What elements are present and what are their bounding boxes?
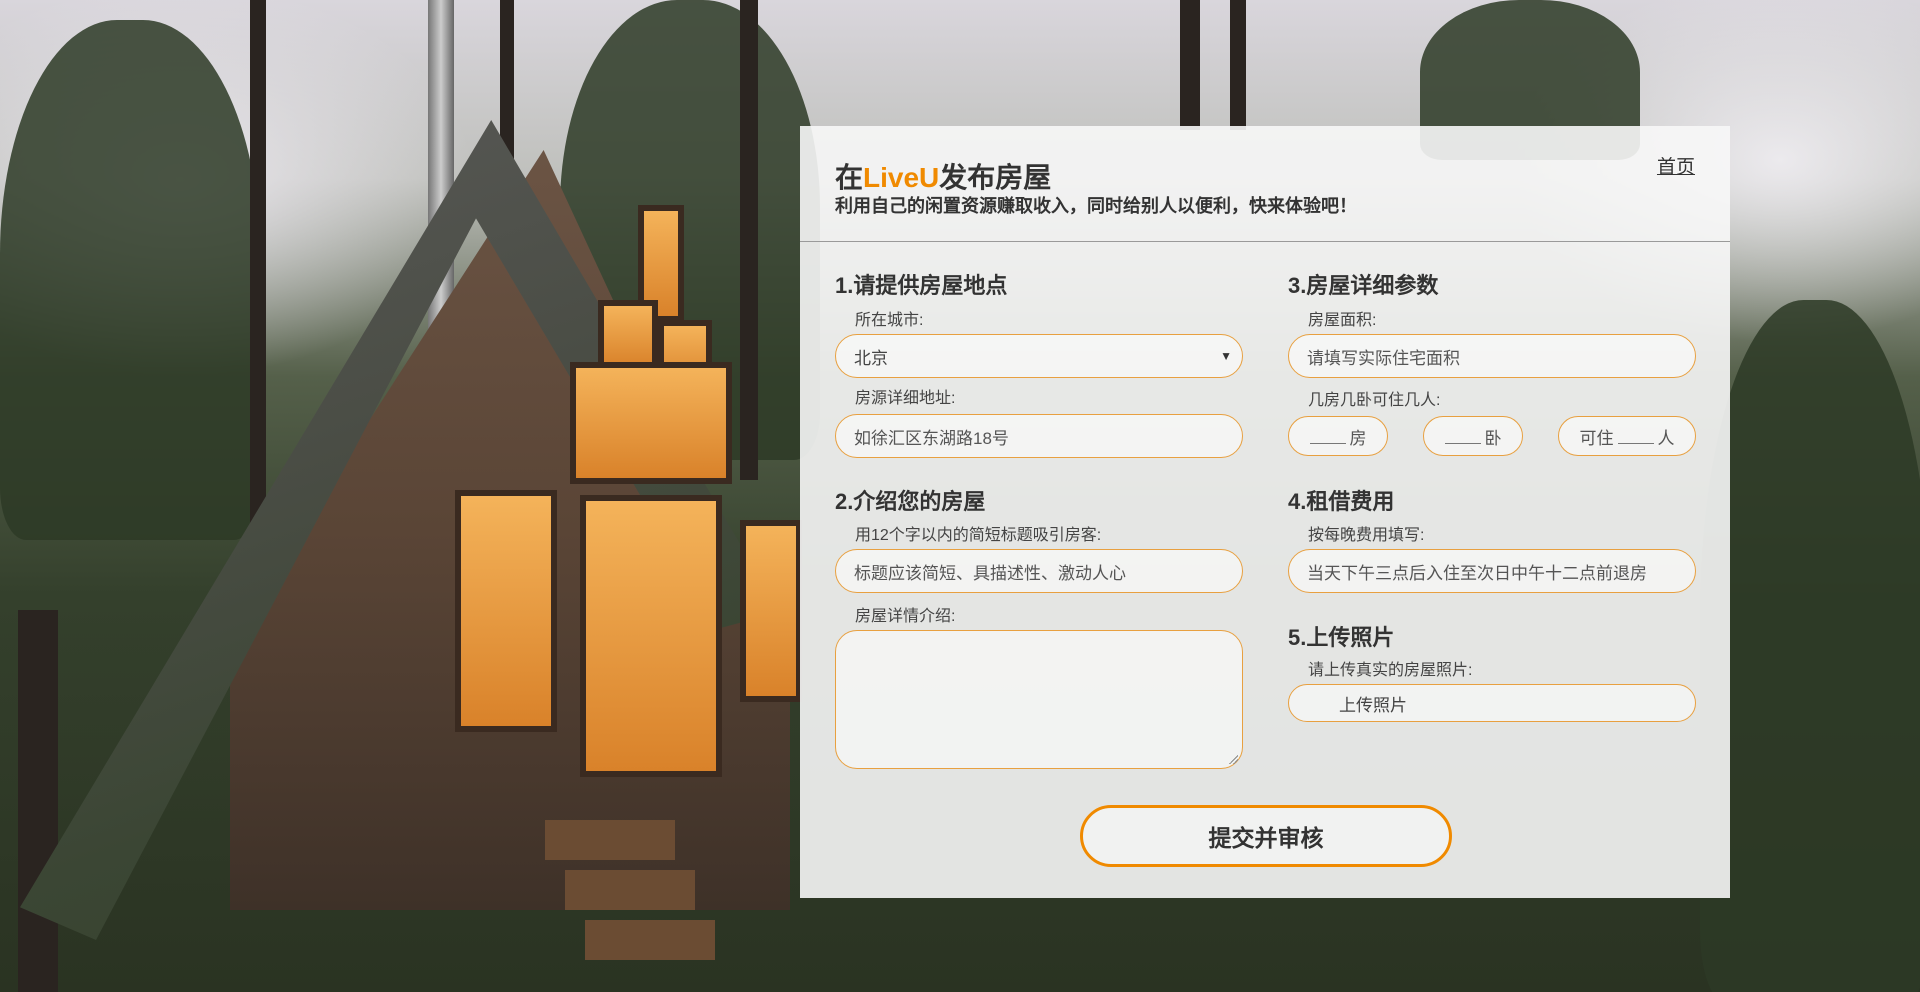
section-title-fee: 4.租借费用 <box>1288 489 1395 514</box>
photos-label: 请上传真实的房屋照片: <box>1308 662 1473 679</box>
upload-photos-button[interactable]: 上传照片 <box>1288 684 1696 722</box>
chevron-down-icon: ▼ <box>1220 349 1232 363</box>
resize-handle-icon[interactable] <box>1228 754 1238 764</box>
form-header: 在LiveU发布房屋 利用自己的闲置资源赚取收入，同时给别人以便利，快来体验吧！… <box>800 126 1730 242</box>
bedrooms-suffix: 卧 <box>1484 428 1502 448</box>
city-label: 所在城市: <box>855 312 924 329</box>
rooms-input[interactable]: 房 <box>1288 416 1388 456</box>
area-placeholder: 请填写实际住宅面积 <box>1307 348 1460 368</box>
house-detail-textarea[interactable] <box>835 630 1243 769</box>
rooms-suffix: 房 <box>1349 428 1367 448</box>
section-title-photos: 5.上传照片 <box>1288 625 1395 650</box>
house-detail-label: 房屋详情介绍: <box>855 608 956 625</box>
area-input[interactable]: 请填写实际住宅面积 <box>1288 334 1696 378</box>
house-title-input[interactable]: 标题应该简短、具描述性、激动人心 <box>835 549 1243 593</box>
address-input[interactable]: 如徐汇区东湖路18号 <box>835 414 1243 458</box>
guests-prefix: 可住 <box>1579 428 1614 448</box>
fee-placeholder: 当天下午三点后入住至次日中午十二点前退房 <box>1307 563 1647 583</box>
house-title-placeholder: 标题应该简短、具描述性、激动人心 <box>854 563 1126 583</box>
guests-suffix: 人 <box>1657 428 1675 448</box>
guests-input[interactable]: 可住 人 <box>1558 416 1696 456</box>
page-title: 在LiveU发布房屋 <box>835 162 1052 193</box>
address-label: 房源详细地址: <box>855 390 956 407</box>
city-select-value: 北京 <box>854 348 888 368</box>
house-title-label: 用12个字以内的简短标题吸引房客: <box>855 527 1102 544</box>
rooms-label: 几房几卧可住几人: <box>1308 392 1441 409</box>
area-label: 房屋面积: <box>1308 312 1377 329</box>
page-subtitle: 利用自己的闲置资源赚取收入，同时给别人以便利，快来体验吧！ <box>835 196 1357 216</box>
section-title-intro: 2.介绍您的房屋 <box>835 489 986 514</box>
fee-input[interactable]: 当天下午三点后入住至次日中午十二点前退房 <box>1288 549 1696 593</box>
submit-review-button[interactable]: 提交并审核 <box>1080 805 1452 867</box>
section-title-params: 3.房屋详细参数 <box>1288 273 1439 298</box>
publish-form-panel: 在LiveU发布房屋 利用自己的闲置资源赚取收入，同时给别人以便利，快来体验吧！… <box>800 126 1730 898</box>
city-select[interactable]: 北京 ▼ <box>835 334 1243 378</box>
bedrooms-input[interactable]: 卧 <box>1423 416 1523 456</box>
brand-name: LiveU <box>863 162 940 193</box>
fee-label: 按每晚费用填写: <box>1308 527 1425 544</box>
address-placeholder: 如徐汇区东湖路18号 <box>854 428 1009 448</box>
home-link[interactable]: 首页 <box>1657 152 1695 179</box>
section-title-location: 1.请提供房屋地点 <box>835 273 1008 298</box>
